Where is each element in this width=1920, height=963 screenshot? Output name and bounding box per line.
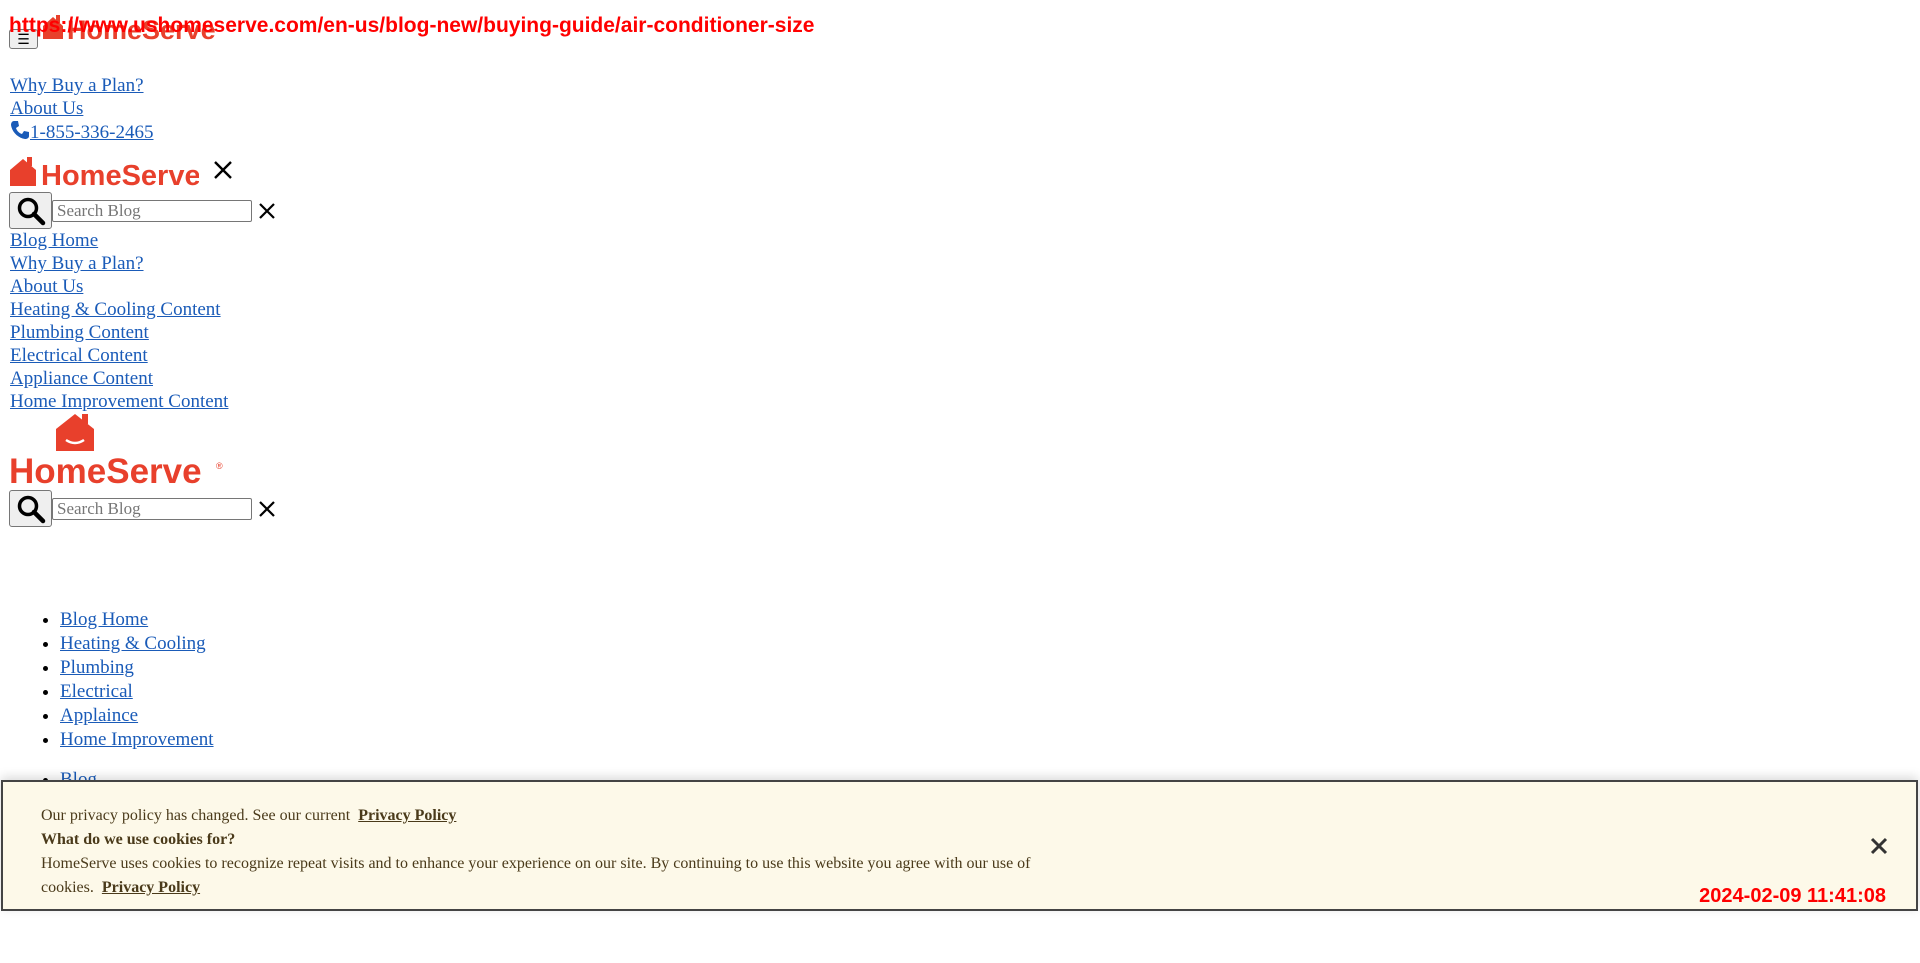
nav-heating-cooling[interactable]: Heating & Cooling Content [10,298,228,321]
cookie-banner: Our privacy policy has changed. See our … [1,780,1918,911]
cat-electrical[interactable]: Electrical [60,681,133,702]
cookie-policy-changed: Our privacy policy has changed. See our … [41,807,351,824]
close-nav-icon[interactable] [213,160,233,180]
why-buy-link[interactable]: Why Buy a Plan? [10,74,153,97]
cat-plumbing[interactable]: Plumbing [60,657,134,678]
clear-search-icon[interactable] [258,202,276,220]
cookie-text: Our privacy policy has changed. See our … [41,804,1061,900]
nav-appliance[interactable]: Appliance Content [10,367,228,390]
nav-home-improvement[interactable]: Home Improvement Content [10,390,228,413]
search-bar-main [9,490,276,527]
nav-electrical[interactable]: Electrical Content [10,344,228,367]
search-icon [17,495,45,523]
url-overlay: https://www.ushomeserve.com/en-us/blog-n… [9,14,815,37]
list-item: Home Improvement [60,728,214,752]
nav-why-buy[interactable]: Why Buy a Plan? [10,252,228,275]
list-item: Electrical [60,680,214,704]
nav-about-us[interactable]: About Us [10,275,228,298]
list-item: Applaince [60,704,214,728]
logo-text: HomeServe [41,160,199,188]
top-links: Why Buy a Plan? About Us 1-855-336-2465 [10,74,153,144]
cat-home-improvement[interactable]: Home Improvement [60,729,214,750]
logo-text: HomeServe [9,452,202,487]
cat-appliance[interactable]: Applaince [60,705,138,726]
search-input[interactable] [52,199,252,222]
search-button-main[interactable] [9,490,52,527]
list-item: Plumbing [60,656,214,680]
search-input-main[interactable] [52,497,252,520]
mobile-nav-list: Blog Home Why Buy a Plan? About Us Heati… [10,229,228,413]
svg-text:®: ® [216,461,223,471]
about-us-link[interactable]: About Us [10,97,153,120]
clear-search-icon-main[interactable] [258,500,276,518]
phone-number: 1-855-336-2465 [30,122,154,143]
list-item: Heating & Cooling [60,632,214,656]
phone-link[interactable]: 1-855-336-2465 [10,120,153,144]
category-nav: Blog Home Heating & Cooling Plumbing Ele… [20,608,214,752]
cookie-heading: What do we use cookies for? [41,831,236,848]
cat-blog-home[interactable]: Blog Home [60,609,148,630]
homeserve-logo-main[interactable]: HomeServe ® [9,413,231,493]
privacy-policy-link[interactable]: Privacy Policy [358,807,456,824]
mobile-nav-header: HomeServe [9,152,233,188]
homeserve-logo-nav[interactable]: HomeServe [9,152,199,188]
close-icon [1870,837,1888,855]
cat-heating-cooling[interactable]: Heating & Cooling [60,633,206,654]
cookie-close-button[interactable] [1869,836,1889,856]
nav-blog-home[interactable]: Blog Home [10,229,228,252]
privacy-policy-link-2[interactable]: Privacy Policy [102,879,200,896]
list-item: Blog Home [60,608,214,632]
search-bar-nav [9,192,276,229]
search-icon [17,197,45,225]
nav-plumbing[interactable]: Plumbing Content [10,321,228,344]
search-button[interactable] [9,192,52,229]
timestamp-overlay: 2024-02-09 11:41:08 [1699,885,1886,907]
phone-icon [11,121,29,139]
